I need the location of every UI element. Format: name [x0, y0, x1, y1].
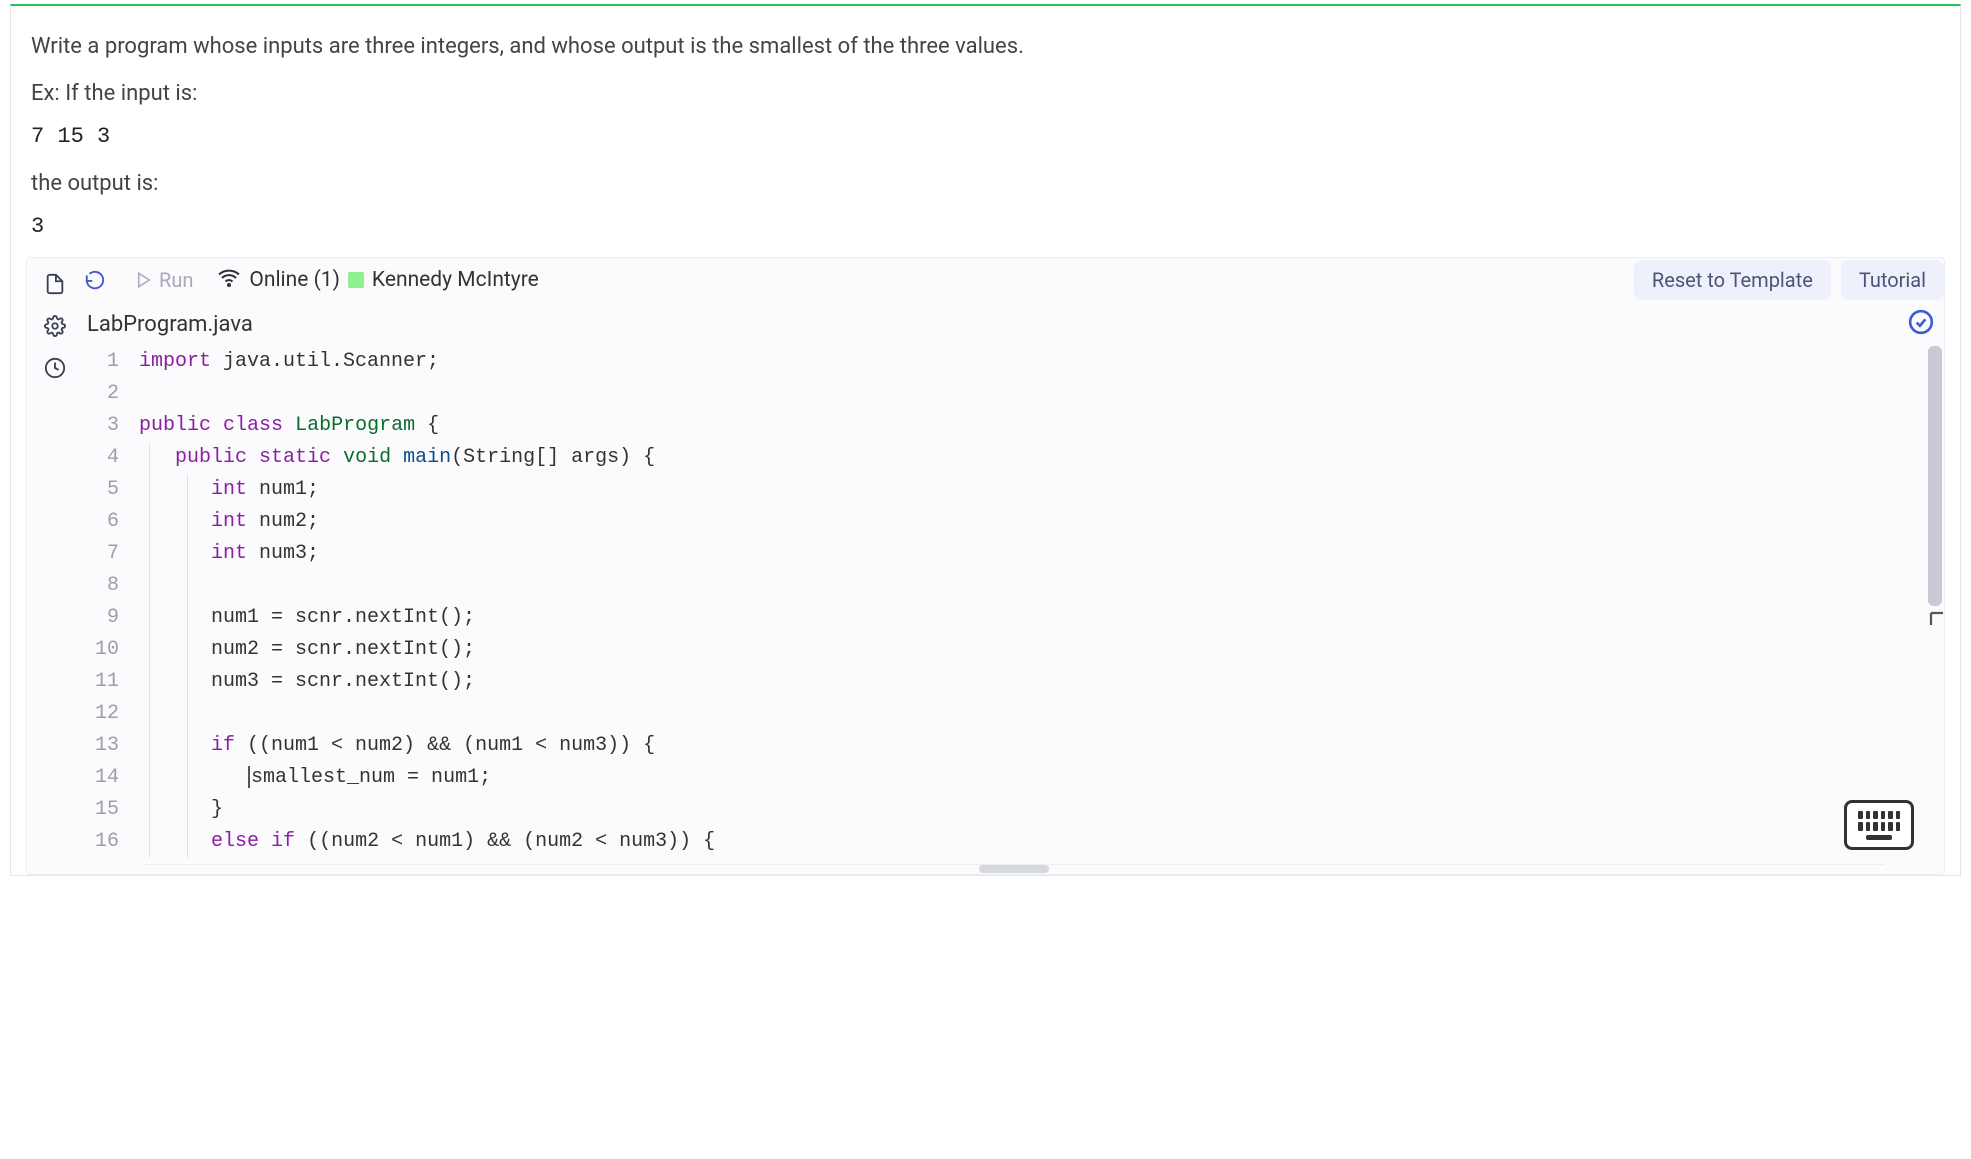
status-check-icon[interactable] [1908, 309, 1934, 339]
code-text[interactable]: } [139, 794, 1944, 826]
line-number: 10 [87, 634, 139, 666]
reset-button[interactable]: Reset to Template [1634, 260, 1831, 300]
line-number: 2 [87, 378, 139, 410]
code-text[interactable]: smallest_num = num1; [139, 762, 1944, 794]
code-line[interactable]: 7 int num3; [87, 538, 1944, 570]
code-text[interactable]: int num2; [139, 506, 1944, 538]
code-text[interactable]: int num3; [139, 538, 1944, 570]
file-icon[interactable] [39, 268, 71, 300]
code-line[interactable]: 1import java.util.Scanner; [87, 346, 1944, 378]
file-tab-row: LabProgram.java [27, 302, 1944, 346]
lab-panel: Write a program whose inputs are three i… [10, 4, 1961, 876]
line-number: 16 [87, 826, 139, 858]
line-number: 3 [87, 410, 139, 442]
example-input: 7 15 3 [31, 124, 1940, 149]
code-line[interactable]: 2 [87, 378, 1944, 410]
code-text[interactable]: public class LabProgram { [139, 410, 1944, 442]
line-number: 4 [87, 442, 139, 474]
code-line[interactable]: 8 [87, 570, 1944, 602]
run-label: Run [159, 268, 193, 292]
prompt-line-1: Write a program whose inputs are three i… [31, 30, 1940, 63]
code-text[interactable] [139, 570, 1944, 602]
line-number: 11 [87, 666, 139, 698]
code-line[interactable]: 13 if ((num1 < num2) && (num1 < num3)) { [87, 730, 1944, 762]
line-number: 6 [87, 506, 139, 538]
wifi-icon [217, 265, 241, 295]
code-text[interactable]: int num1; [139, 474, 1944, 506]
code-line[interactable]: 12 [87, 698, 1944, 730]
code-text[interactable] [139, 698, 1944, 730]
line-number: 8 [87, 570, 139, 602]
code-text[interactable]: num2 = scnr.nextInt(); [139, 634, 1944, 666]
prompt-line-2: Ex: If the input is: [31, 77, 1940, 110]
undo-icon[interactable] [79, 264, 111, 296]
file-name[interactable]: LabProgram.java [87, 312, 253, 337]
editor-toolbar: Run Online (1) Kennedy McIntyre Reset to… [27, 258, 1944, 302]
code-text[interactable]: else if ((num2 < num1) && (num2 < num3))… [139, 826, 1944, 858]
code-line[interactable]: 4 public static void main(String[] args)… [87, 442, 1944, 474]
line-number: 5 [87, 474, 139, 506]
code-text[interactable]: import java.util.Scanner; [139, 346, 1944, 378]
tutorial-button[interactable]: Tutorial [1841, 260, 1944, 300]
code-line[interactable]: 9 num1 = scnr.nextInt(); [87, 602, 1944, 634]
line-number: 1 [87, 346, 139, 378]
user-name: Kennedy McIntyre [372, 268, 539, 292]
line-number: 14 [87, 762, 139, 794]
presence-indicator [348, 272, 364, 288]
line-number: 12 [87, 698, 139, 730]
online-status: Online (1) Kennedy McIntyre [217, 265, 538, 295]
code-line[interactable]: 11 num3 = scnr.nextInt(); [87, 666, 1944, 698]
hscroll-thumb[interactable] [979, 865, 1049, 873]
code-text[interactable]: public static void main(String[] args) { [139, 442, 1944, 474]
code-editor-panel: Run Online (1) Kennedy McIntyre Reset to… [26, 257, 1945, 875]
example-output: 3 [31, 214, 1940, 239]
code-line[interactable]: 5 int num1; [87, 474, 1944, 506]
code-line[interactable]: 10 num2 = scnr.nextInt(); [87, 634, 1944, 666]
horizontal-scrollbar[interactable] [143, 864, 1884, 874]
code-text[interactable]: num3 = scnr.nextInt(); [139, 666, 1944, 698]
run-button[interactable]: Run [125, 264, 203, 296]
line-number: 7 [87, 538, 139, 570]
line-number: 15 [87, 794, 139, 826]
keyboard-icon[interactable] [1844, 800, 1914, 850]
code-line[interactable]: 14 smallest_num = num1; [87, 762, 1944, 794]
code-line[interactable]: 3public class LabProgram { [87, 410, 1944, 442]
code-line[interactable]: 15 } [87, 794, 1944, 826]
code-text[interactable]: num1 = scnr.nextInt(); [139, 602, 1944, 634]
gear-icon[interactable] [39, 310, 71, 342]
problem-statement: Write a program whose inputs are three i… [31, 30, 1940, 110]
code-line[interactable]: 16 else if ((num2 < num1) && (num2 < num… [87, 826, 1944, 858]
line-number: 9 [87, 602, 139, 634]
code-editor[interactable]: 1import java.util.Scanner;23public class… [27, 346, 1944, 864]
text-caret [248, 766, 250, 788]
prompt-line-3: the output is: [31, 167, 1940, 200]
code-line[interactable]: 6 int num2; [87, 506, 1944, 538]
prompt-output-label: the output is: [31, 167, 1940, 200]
code-text[interactable]: if ((num1 < num2) && (num1 < num3)) { [139, 730, 1944, 762]
online-label: Online (1) [249, 268, 340, 292]
line-number: 13 [87, 730, 139, 762]
